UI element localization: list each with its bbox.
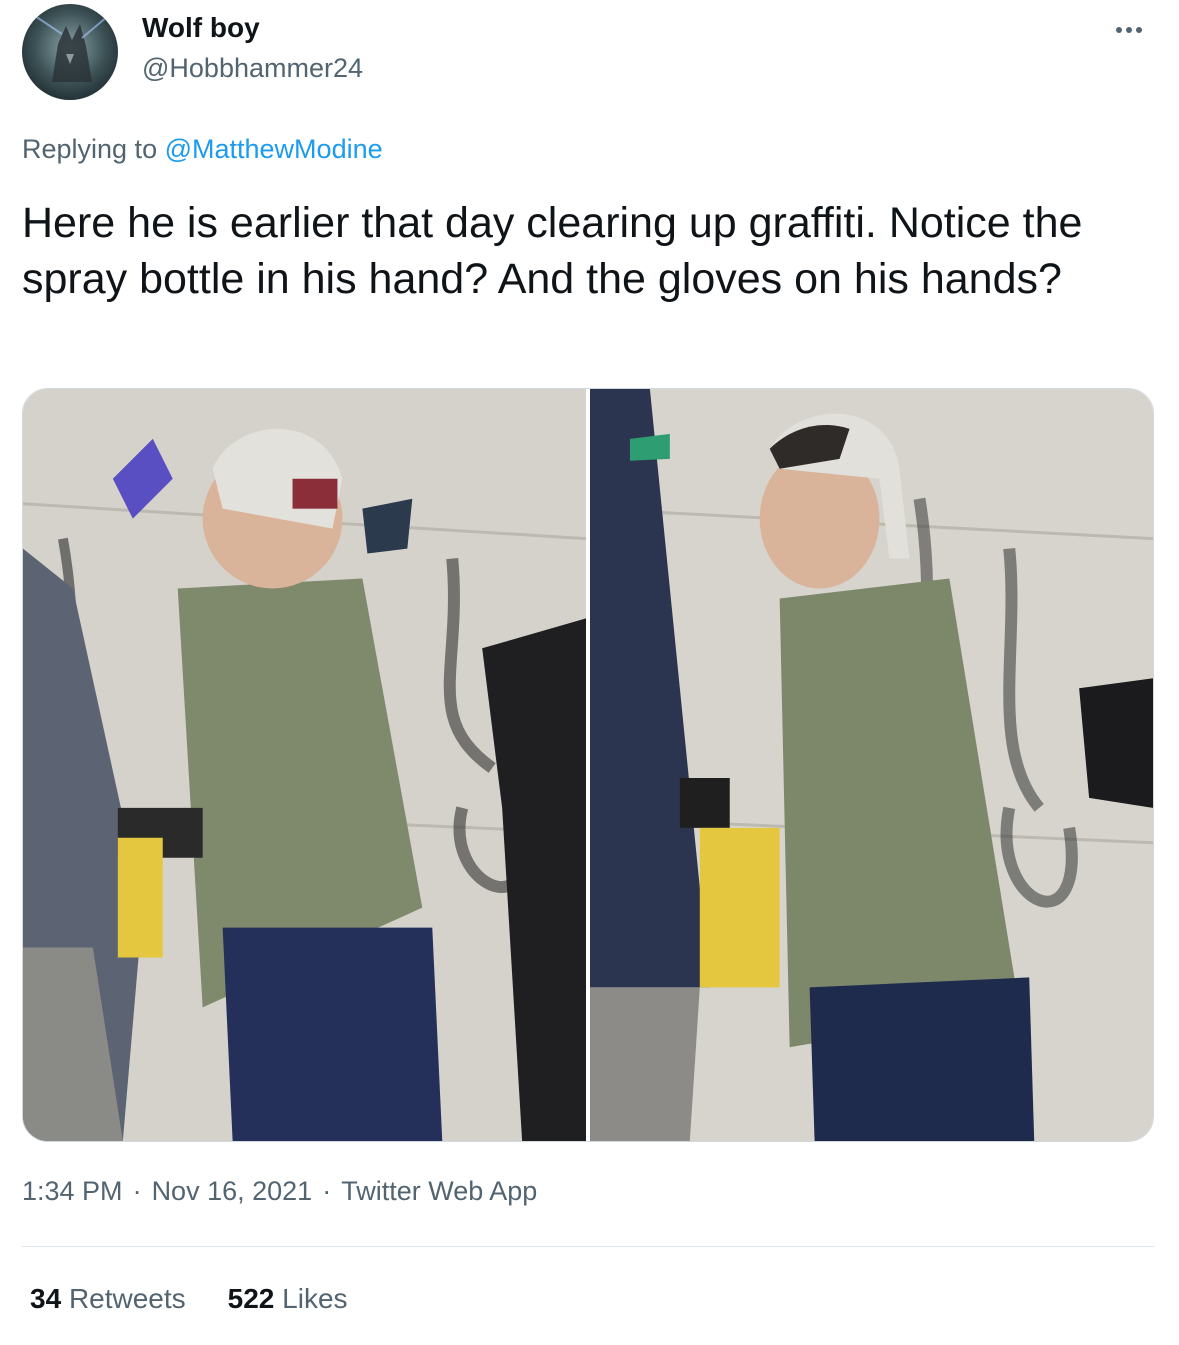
replying-to: Replying to @MatthewModine	[22, 134, 383, 165]
likes-label: Likes	[282, 1283, 348, 1314]
avatar[interactable]	[22, 4, 118, 100]
likes-stat[interactable]: 522 Likes	[228, 1283, 348, 1315]
tweet-text: Here he is earlier that day clearing up …	[22, 199, 1083, 303]
tweet-date[interactable]: Nov 16, 2021	[152, 1176, 313, 1206]
likes-count: 522	[227, 1283, 275, 1314]
tweet-photo-right[interactable]	[590, 389, 1153, 1141]
reply-mention-link[interactable]: @MatthewModine	[165, 134, 383, 164]
retweets-label: Retweets	[68, 1283, 186, 1314]
more-dot	[1116, 27, 1122, 33]
meta-separator: ·	[322, 1176, 332, 1206]
divider	[22, 1246, 1154, 1247]
tweet-stats: 34 Retweets 522 Likes	[30, 1283, 348, 1315]
tweet-source[interactable]: Twitter Web App	[341, 1176, 537, 1206]
user-handle[interactable]: @Hobbhammer24	[142, 53, 363, 84]
tweet-time[interactable]: 1:34 PM	[22, 1176, 123, 1206]
retweets-stat[interactable]: 34 Retweets	[30, 1283, 186, 1315]
tweet-meta: 1:34 PM · Nov 16, 2021 · Twitter Web App	[22, 1176, 537, 1207]
tweet-media	[22, 388, 1154, 1142]
display-name[interactable]: Wolf boy	[142, 12, 260, 44]
more-dot	[1126, 27, 1132, 33]
tweet-photo-left[interactable]	[23, 389, 586, 1141]
replying-to-prefix: Replying to	[22, 134, 158, 164]
retweets-count: 34	[30, 1283, 62, 1314]
more-horizontal-icon[interactable]	[1109, 16, 1149, 44]
meta-separator: ·	[132, 1176, 142, 1206]
more-dot	[1136, 27, 1142, 33]
